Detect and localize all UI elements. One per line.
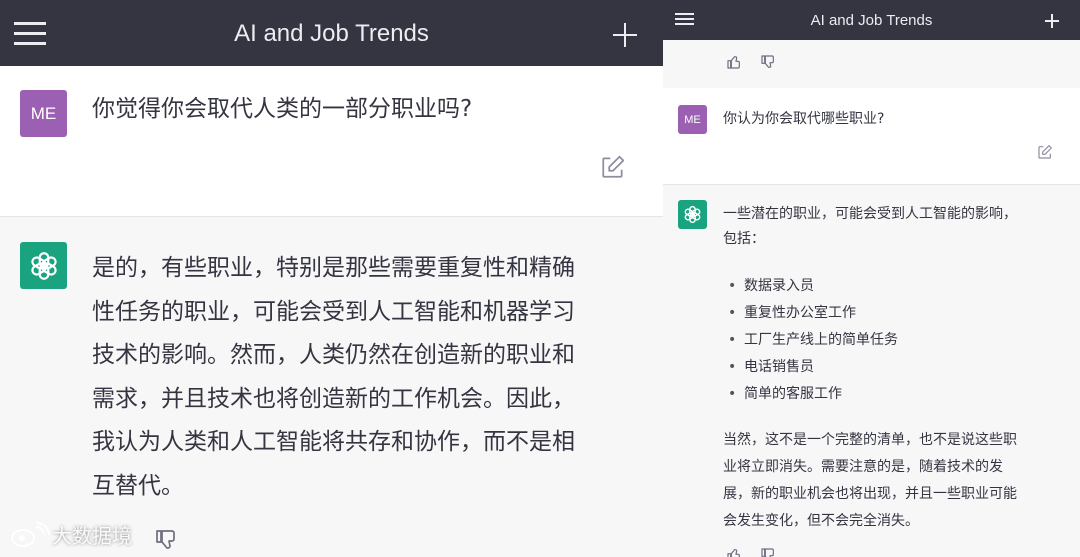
assistant-line: 互替代。 <box>92 472 184 499</box>
right-chat-panel: AI and Job Trends ME 你认为你会取代哪些职业? 一些潜在的职… <box>663 0 1080 557</box>
list-item: 简单的客服工作 <box>723 381 898 408</box>
assistant-job-list: 数据录入员 重复性办公室工作 工厂生产线上的简单任务 电话销售员 简单的客服工作 <box>723 273 898 408</box>
assistant-line: 展，新的职业机会也将出现，并且一些职业可能 <box>723 486 1017 502</box>
previous-assistant-feedback-bar <box>663 40 1080 88</box>
assistant-line: 当然，这不是一个完整的清单，也不是说这些职 <box>723 432 1017 448</box>
list-item: 电话销售员 <box>723 354 898 381</box>
chat-header: AI and Job Trends <box>0 0 663 66</box>
assistant-message-block: 是的，有些职业，特别是那些需要重复性和精确 性任务的职业，可能会受到人工智能和机… <box>0 216 663 557</box>
new-chat-plus-icon[interactable] <box>613 23 637 47</box>
assistant-intro: 一些潜在的职业，可能会受到人工智能的影响， 包括： <box>723 202 1017 252</box>
assistant-line: 需求，并且技术也将创造新的工作机会。因此， <box>92 385 575 412</box>
assistant-outro: 当然，这不是一个完整的清单，也不是说这些职 业将立即消失。需要注意的是，随着技术… <box>723 427 1017 535</box>
chat-title: AI and Job Trends <box>234 20 429 47</box>
chat-title: AI and Job Trends <box>810 12 933 29</box>
openai-logo-icon <box>20 242 67 289</box>
assistant-line: 技术的影响。然而，人类仍然在创造新的职业和 <box>92 342 575 368</box>
left-chat-panel: AI and Job Trends ME 你觉得你会取代人类的一部分职业吗? 是… <box>0 0 663 557</box>
chat-header: AI and Job Trends <box>663 0 1080 40</box>
user-message-block: ME 你认为你会取代哪些职业? <box>663 88 1080 184</box>
list-item: 数据录入员 <box>723 273 898 300</box>
assistant-message-text: 是的，有些职业，特别是那些需要重复性和精确 性任务的职业，可能会受到人工智能和机… <box>92 247 575 508</box>
assistant-line: 包括： <box>723 231 765 247</box>
assistant-line: 业将立即消失。需要注意的是，随着技术的发 <box>723 459 1003 475</box>
assistant-message-block: 一些潜在的职业，可能会受到人工智能的影响， 包括： 数据录入员 重复性办公室工作… <box>663 184 1080 557</box>
assistant-line: 一些潜在的职业，可能会受到人工智能的影响， <box>723 206 1017 222</box>
edit-icon[interactable] <box>1037 144 1053 160</box>
thumbs-up-icon[interactable] <box>726 54 742 70</box>
edit-icon[interactable] <box>600 154 626 180</box>
thumbs-down-icon[interactable] <box>760 54 776 70</box>
openai-logo-icon <box>678 200 707 229</box>
assistant-line: 是的，有些职业，特别是那些需要重复性和精确 <box>92 255 575 281</box>
watermark-text: 大数据境 <box>52 524 132 548</box>
thumbs-down-icon[interactable] <box>760 547 776 557</box>
assistant-line: 会发生变化，但不会完全消失。 <box>723 513 919 529</box>
list-item: 重复性办公室工作 <box>723 300 898 327</box>
user-avatar: ME <box>678 105 707 134</box>
list-item: 工厂生产线上的简单任务 <box>723 327 898 354</box>
user-message-text: 你觉得你会取代人类的一部分职业吗? <box>92 96 473 122</box>
watermark: 大数据境 <box>10 520 132 549</box>
new-chat-plus-icon[interactable] <box>1045 14 1059 28</box>
user-avatar: ME <box>20 90 67 137</box>
user-message-block: ME 你觉得你会取代人类的一部分职业吗? <box>0 66 663 216</box>
assistant-line: 我认为人类和人工智能将共存和协作，而不是相 <box>92 429 575 455</box>
assistant-line: 性任务的职业，可能会受到人工智能和机器学习 <box>92 298 575 325</box>
thumbs-up-icon[interactable] <box>726 547 742 557</box>
thumbs-down-icon[interactable] <box>154 528 178 552</box>
user-message-text: 你认为你会取代哪些职业? <box>723 111 885 127</box>
weibo-logo-icon <box>11 521 50 547</box>
